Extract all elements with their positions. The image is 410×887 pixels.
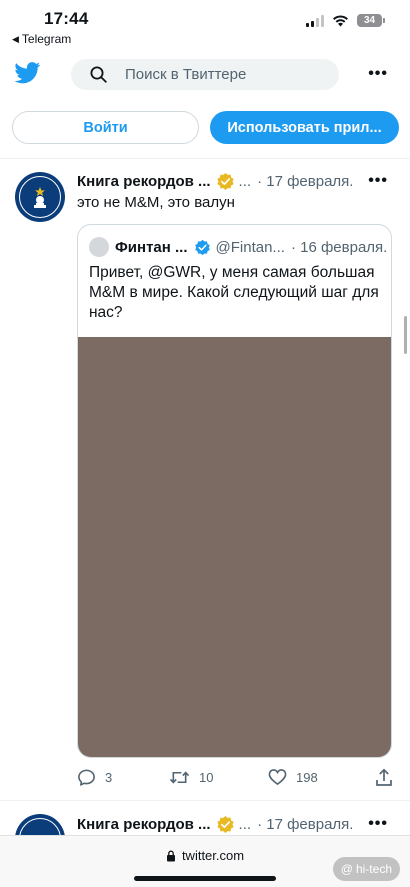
retweet-button[interactable]: 10 (169, 768, 213, 787)
divider (0, 158, 410, 159)
watermark-text: hi-tech (355, 862, 392, 876)
divider (0, 800, 410, 801)
search-input[interactable]: Поиск в Твиттере (71, 59, 339, 90)
at-icon: @ (340, 862, 353, 876)
author-name[interactable]: Книга рекордов ... (77, 173, 211, 190)
battery-icon: 34 (357, 14, 385, 27)
verified-gold-badge-icon (216, 815, 234, 834)
tweet-date[interactable]: · 17 февраля. (257, 173, 353, 190)
tweet-more-icon[interactable]: ••• (368, 815, 388, 833)
tweet-actions: 3 10 198 (77, 768, 397, 790)
quoted-author-handle: @Fintan... (215, 238, 285, 256)
quoted-date: · 16 февраля. (290, 238, 388, 256)
guinness-logo-icon (19, 176, 61, 218)
search-placeholder: Поиск в Твиттере (125, 66, 247, 83)
more-options-icon[interactable]: ••• (368, 66, 388, 82)
open-app-button[interactable]: Использовать прил... (210, 111, 399, 144)
reply-icon (78, 769, 95, 786)
back-to-app-link[interactable]: ◀ Telegram (12, 32, 71, 46)
twitter-bird-icon[interactable] (14, 62, 41, 84)
reply-count: 3 (105, 770, 113, 785)
watermark: @ hi-tech (332, 857, 400, 881)
verified-gold-badge-icon (216, 172, 234, 191)
back-app-label: Telegram (21, 32, 72, 46)
author-handle: ... (238, 173, 252, 190)
browser-address-bar[interactable]: twitter.com @ hi-tech (0, 835, 410, 887)
tweet-date[interactable]: · 17 февраля. (257, 816, 353, 833)
author-name[interactable]: Книга рекордов ... (77, 816, 211, 833)
twitter-header: Поиск в Твиттере ••• (0, 52, 410, 98)
heart-icon (268, 769, 287, 786)
quoted-author-row: Финтан ... @Fintan... · 16 февраля. (89, 237, 387, 257)
like-button[interactable]: 198 (268, 768, 318, 786)
home-indicator[interactable] (134, 876, 276, 881)
share-icon (376, 768, 392, 786)
quoted-image[interactable] (78, 337, 391, 757)
status-icons: 34 (306, 14, 385, 27)
retweet-count: 10 (199, 770, 214, 785)
reply-button[interactable]: 3 (77, 768, 112, 787)
verified-blue-badge-icon (194, 239, 210, 255)
quoted-text: Привет, @GWR, у меня самая большая M&M в… (89, 264, 379, 321)
quoted-tweet[interactable]: Финтан ... @Fintan... · 16 февраля. Прив… (77, 224, 392, 758)
tweet-text: это не M&M, это валун (77, 194, 235, 211)
scrollbar[interactable] (404, 316, 407, 354)
like-count: 198 (296, 769, 318, 785)
tweet-author-row: Книга рекордов ... ... · 17 февраля. (77, 172, 353, 191)
search-icon (90, 66, 107, 83)
retweet-icon (169, 771, 190, 784)
status-time: 17:44 (44, 9, 89, 28)
wifi-icon (333, 15, 348, 27)
tweet-author-row: Книга рекордов ... ... · 17 февраля. (77, 815, 353, 834)
share-button[interactable] (375, 768, 393, 787)
tweet-more-icon[interactable]: ••• (368, 172, 388, 190)
avatar[interactable] (15, 172, 65, 222)
status-bar: 17:44 ◀ Telegram 34 (0, 0, 410, 48)
login-button[interactable]: Войти (12, 111, 199, 144)
quoted-author-name: Финтан ... (115, 238, 188, 256)
author-handle: ... (238, 816, 252, 833)
lock-icon (166, 850, 175, 861)
quoted-avatar (89, 237, 109, 257)
url-text: twitter.com (181, 848, 245, 863)
cellular-signal-icon (306, 14, 324, 27)
back-arrow-icon: ◀ (12, 33, 19, 44)
